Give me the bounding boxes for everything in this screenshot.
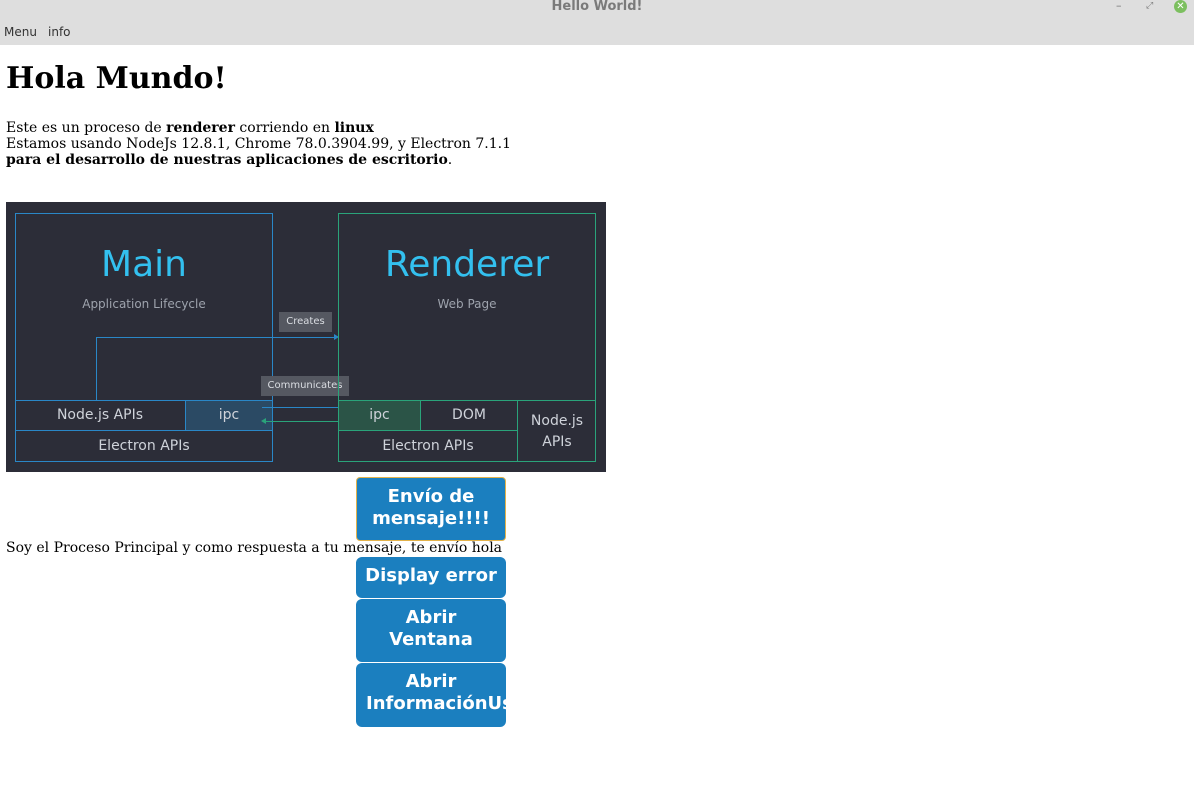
intro-paragraph: Este es un proceso de renderer corriendo…: [6, 120, 511, 168]
send-message-line2: mensaje!!!!: [372, 508, 490, 529]
renderer-subtitle: Web Page: [437, 297, 497, 311]
purpose-suffix: .: [447, 152, 453, 168]
purpose-bold: para el desarrollo de nuestras aplicacio…: [6, 152, 448, 168]
ipc-arrow-left-icon: [261, 418, 266, 424]
platform-name: linux: [334, 120, 374, 136]
creates-label: Creates: [279, 312, 332, 332]
window-titlebar[interactable]: Hello World! – ⤢ ✕: [0, 0, 1194, 22]
maximize-icon[interactable]: ⤢: [1146, 0, 1153, 12]
send-message-line1: Envío de: [387, 486, 475, 507]
send-message-button[interactable]: Envío de mensaje!!!!: [356, 477, 506, 541]
main-electron-apis: Electron APIs: [98, 438, 190, 454]
renderer-nodejs-line2: APIs: [542, 434, 572, 450]
renderer-ipc: ipc: [369, 407, 390, 423]
electron-architecture-diagram: Main Application Lifecycle Node.js APIs …: [6, 202, 606, 472]
page-title: Hola Mundo!: [6, 61, 227, 96]
creates-connector-horizontal: [96, 337, 336, 338]
creates-connector-vertical: [96, 337, 97, 400]
display-error-button[interactable]: Display error: [356, 557, 506, 598]
main-nodejs-apis: Node.js APIs: [56, 407, 144, 423]
renderer-nodejs-apis: Node.js APIs: [518, 411, 596, 453]
renderer-divider-mid: [338, 430, 518, 431]
menu-item-info[interactable]: info: [48, 25, 71, 39]
process-line-middle: corriendo en: [234, 120, 335, 136]
process-line-prefix: Este es un proceso de: [6, 120, 167, 136]
close-icon[interactable]: ✕: [1174, 0, 1187, 13]
open-window-line2: Ventana: [389, 629, 473, 650]
window-title: Hello World!: [551, 0, 643, 14]
purpose-line: para el desarrollo de nuestras aplicacio…: [6, 152, 511, 168]
open-user-info-button[interactable]: Abrir InformaciónUs: [356, 663, 506, 727]
minimize-icon[interactable]: –: [1116, 0, 1122, 12]
ipc-arrow-to-renderer: [262, 407, 344, 408]
main-ipc: ipc: [218, 407, 240, 423]
process-type: renderer: [166, 120, 235, 136]
open-info-line2: InformaciónUs: [366, 693, 506, 714]
menu-bar: Menu info: [0, 22, 1194, 45]
menu-item-menu[interactable]: Menu: [4, 25, 37, 39]
process-line: Este es un proceso de renderer corriendo…: [6, 120, 511, 136]
renderer-title: Renderer: [384, 244, 550, 285]
main-divider-mid: [15, 430, 273, 431]
main-process-response: Soy el Proceso Principal y como respuest…: [6, 540, 503, 556]
renderer-nodejs-line1: Node.js: [530, 413, 584, 429]
ipc-arrow-to-main: [266, 421, 348, 422]
open-window-button[interactable]: Abrir Ventana: [356, 599, 506, 662]
open-window-line1: Abrir: [405, 607, 457, 628]
renderer-electron-apis: Electron APIs: [382, 438, 474, 454]
versions-line: Estamos usando NodeJs 12.8.1, Chrome 78.…: [6, 136, 512, 152]
main-subtitle: Application Lifecycle: [82, 297, 206, 311]
renderer-dom: DOM: [452, 407, 486, 423]
communicates-label: Communicates: [261, 376, 349, 396]
main-title: Main: [101, 244, 187, 285]
open-info-line1: Abrir: [405, 671, 457, 692]
